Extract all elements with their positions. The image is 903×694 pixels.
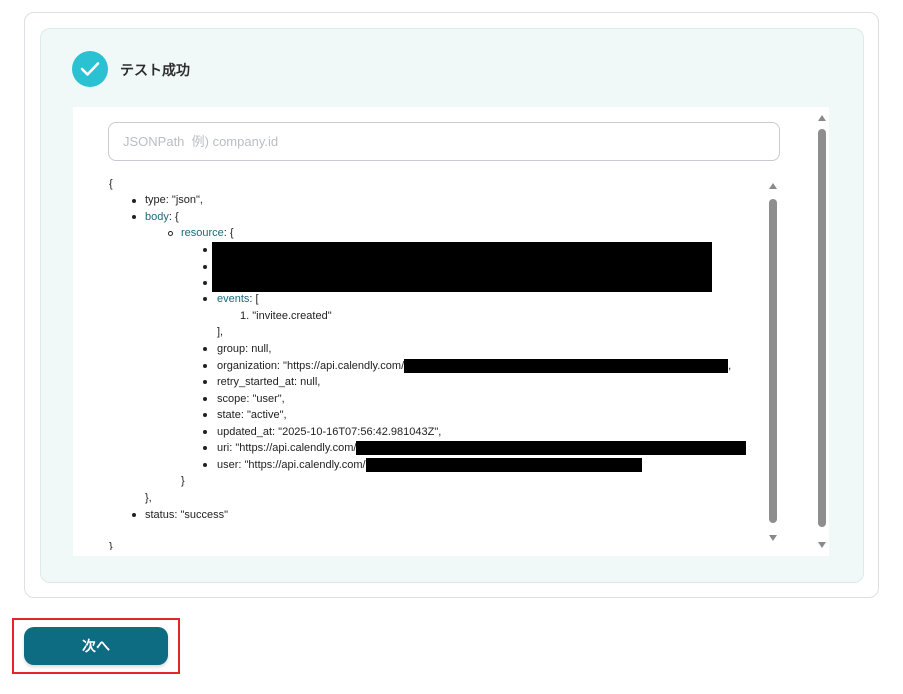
redacted-value [365, 458, 642, 473]
json-user-line: user: "https://api.calendly.com/ [217, 457, 642, 474]
list-bullet [203, 347, 207, 351]
list-bullet [203, 364, 207, 368]
json-tree: { type: "json", body: { resource: { even… [109, 176, 769, 550]
list-bullet [203, 413, 207, 417]
json-open-brace: { [109, 178, 113, 190]
json-resource-line[interactable]: resource: { [181, 225, 234, 242]
json-body-line[interactable]: body: { [145, 209, 179, 226]
inner-scrollbar[interactable] [767, 180, 779, 546]
json-state-line: state: "active", [217, 409, 287, 421]
redacted-value [356, 441, 747, 456]
list-bullet [132, 215, 136, 219]
json-resource-close: } [181, 475, 185, 487]
list-bullet [203, 297, 207, 301]
json-events-close: ], [217, 326, 224, 338]
check-icon [72, 51, 108, 87]
redacted-value [404, 359, 729, 374]
scroll-thumb[interactable] [769, 199, 777, 523]
list-circle [168, 231, 173, 236]
json-type-line: type: "json", [145, 194, 203, 206]
list-bullet [203, 430, 207, 434]
json-close-brace: } [109, 541, 113, 550]
json-uri-line: uri: "https://api.calendly.com/ [217, 440, 747, 457]
json-retry-line: retry_started_at: null, [217, 376, 321, 388]
scroll-thumb[interactable] [818, 129, 826, 527]
scroll-down-icon[interactable] [769, 535, 777, 541]
json-group-line: group: null, [217, 343, 272, 355]
test-success-title: テスト成功 [120, 62, 190, 78]
list-bullet [203, 463, 207, 467]
redacted-fields [212, 242, 712, 292]
list-bullet [203, 446, 207, 450]
list-bullet [132, 199, 136, 203]
json-events-item: 1. "invitee.created" [240, 310, 332, 322]
json-updated-at-line: updated_at: "2025-10-16T07:56:42.981043Z… [217, 426, 442, 438]
outer-scrollbar[interactable] [816, 112, 828, 552]
json-events-line[interactable]: events: [ [217, 291, 259, 308]
json-status-line: status: "success" [145, 509, 229, 521]
json-scope-line: scope: "user", [217, 393, 285, 405]
list-bullet [203, 281, 207, 285]
list-bullet [132, 513, 136, 517]
list-bullet [203, 265, 207, 269]
list-bullet [203, 248, 207, 252]
scroll-up-icon[interactable] [769, 183, 777, 189]
json-organization-line: organization: "https://api.calendly.com/… [217, 359, 732, 374]
json-body-close: }, [145, 492, 152, 504]
jsonpath-input[interactable] [108, 122, 780, 161]
scroll-up-icon[interactable] [818, 115, 826, 121]
list-bullet [203, 380, 207, 384]
next-button[interactable]: 次へ [24, 627, 168, 665]
scroll-down-icon[interactable] [818, 542, 826, 548]
list-bullet [203, 397, 207, 401]
